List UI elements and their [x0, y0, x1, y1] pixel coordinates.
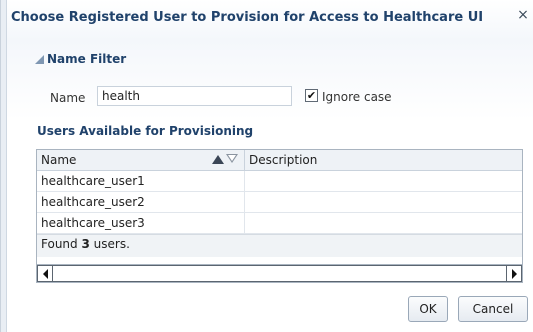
- table-row[interactable]: healthcare_user3: [37, 213, 522, 234]
- expand-triangle-icon: [35, 54, 44, 64]
- users-table: Name Description healthcare_user1 health…: [36, 149, 523, 283]
- table-row[interactable]: healthcare_user1: [37, 171, 522, 192]
- ok-button[interactable]: OK: [408, 296, 448, 322]
- cell-name: healthcare_user3: [37, 213, 245, 233]
- table-header: Name Description: [37, 150, 522, 171]
- column-header-name[interactable]: Name: [37, 150, 245, 170]
- dialog-left-edge: [1, 0, 7, 332]
- name-label: Name: [50, 91, 86, 105]
- found-prefix: Found: [41, 237, 78, 251]
- name-filter-toggle[interactable]: Name Filter: [35, 52, 126, 66]
- arrow-right-icon: [511, 268, 517, 279]
- table-row[interactable]: healthcare_user2: [37, 192, 522, 213]
- dialog-title: Choose Registered User to Provision for …: [11, 10, 484, 25]
- name-filter-title: Name Filter: [47, 52, 127, 66]
- found-suffix: users.: [93, 237, 130, 251]
- provision-dialog: Choose Registered User to Provision for …: [0, 0, 533, 332]
- column-header-description[interactable]: Description: [245, 150, 522, 170]
- ignore-case-checkbox[interactable]: ✔: [305, 89, 318, 102]
- users-section-title: Users Available for Provisioning: [37, 124, 254, 138]
- sort-descending-icon[interactable]: [226, 154, 238, 164]
- scroll-track[interactable]: [53, 265, 506, 282]
- cancel-button[interactable]: Cancel: [458, 296, 528, 322]
- column-header-description-label: Description: [249, 153, 318, 167]
- close-icon[interactable]: ×: [516, 8, 530, 22]
- name-filter-input[interactable]: [97, 86, 292, 106]
- found-count: 3: [81, 237, 90, 251]
- ignore-case-label: Ignore case: [322, 90, 392, 104]
- cell-description: [245, 171, 522, 191]
- cell-description: [245, 213, 522, 233]
- cell-name: healthcare_user2: [37, 192, 245, 212]
- horizontal-scrollbar[interactable]: [37, 264, 522, 282]
- sort-controls: [212, 154, 238, 164]
- scroll-right-button[interactable]: [506, 265, 522, 282]
- column-header-name-label: Name: [41, 153, 77, 167]
- arrow-left-icon: [42, 268, 48, 279]
- cell-name: healthcare_user1: [37, 171, 245, 191]
- found-users-status: Found 3 users.: [37, 234, 522, 257]
- cell-description: [245, 192, 522, 212]
- scroll-left-button[interactable]: [37, 265, 53, 282]
- sort-ascending-icon[interactable]: [212, 154, 224, 164]
